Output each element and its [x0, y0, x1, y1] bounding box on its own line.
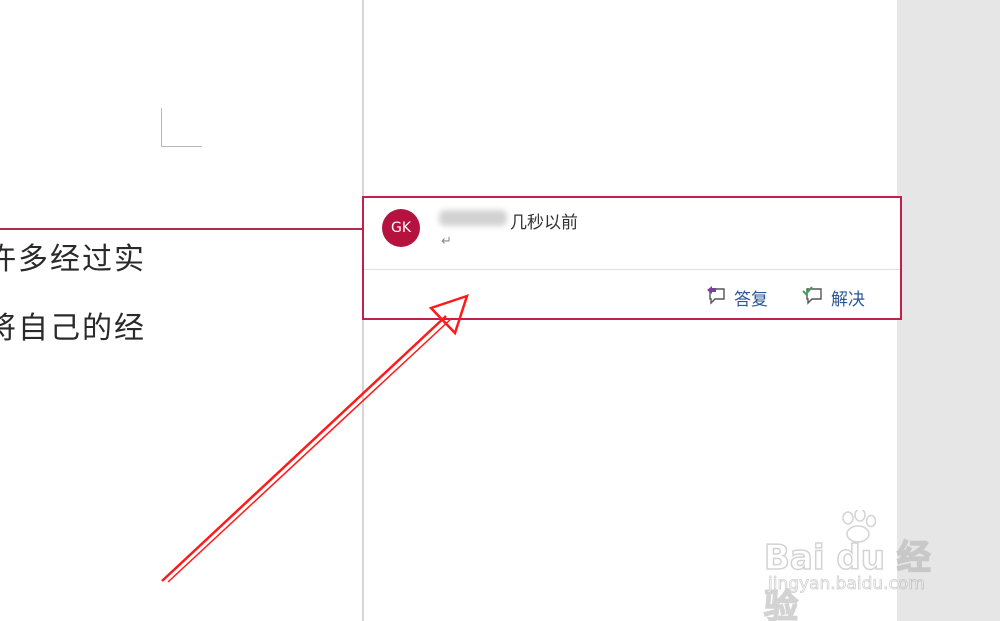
- page-corner-mark: [161, 108, 202, 147]
- resolve-label: 解决: [831, 290, 865, 310]
- author-name-blurred: [439, 210, 507, 226]
- baidu-jingyan-watermark: Bai du 经验 jingyan.baidu.com: [763, 508, 964, 621]
- reply-button[interactable]: 答复: [704, 284, 768, 311]
- resolve-button[interactable]: 解决: [801, 284, 865, 311]
- reply-icon: [704, 284, 734, 311]
- comment-body[interactable]: ↵: [441, 234, 452, 249]
- divider: [364, 269, 900, 270]
- reply-label: 答复: [734, 290, 768, 310]
- comment-timestamp: 几秒以前: [510, 213, 578, 233]
- resolve-icon: [801, 284, 831, 311]
- avatar: GK: [382, 209, 420, 247]
- comment-card[interactable]: GK 几秒以前 ↵ 答复 解决: [362, 196, 902, 320]
- document-text-line[interactable]: 将自己的经: [0, 303, 146, 347]
- watermark-url: jingyan.baidu.com: [768, 574, 926, 595]
- comment-anchor-line: [0, 228, 364, 230]
- document-text-line[interactable]: 许多经过实: [0, 234, 146, 278]
- document-view: 许多经过实 将自己的经 GK 几秒以前 ↵ 答复 解决 Bai du 经验 ji…: [0, 0, 1000, 621]
